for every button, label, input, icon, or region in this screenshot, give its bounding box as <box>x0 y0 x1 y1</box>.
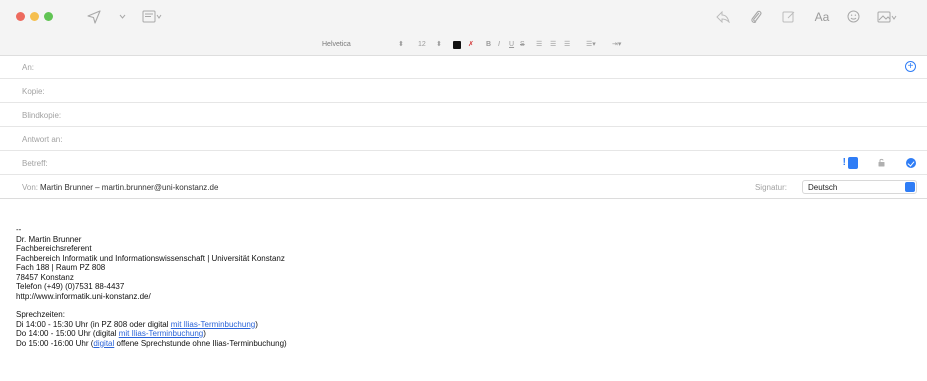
bcc-label: Blindkopie: <box>22 111 62 120</box>
font-size-select[interactable]: 12 <box>418 40 426 50</box>
minimize-window-button[interactable] <box>30 12 39 21</box>
signature-role: Fachbereichsreferent <box>16 244 92 253</box>
signed-check-icon[interactable] <box>906 158 916 168</box>
office-hours-3-link[interactable]: digital <box>93 339 114 348</box>
office-hours-1-text: Di 14:00 - 15:30 Uhr (in PZ 808 oder dig… <box>16 319 171 329</box>
text-color-swatch[interactable] <box>453 41 461 49</box>
cc-label: Kopie: <box>22 87 45 96</box>
header-fields-icon[interactable] <box>141 8 163 25</box>
subject-field-row[interactable]: Betreff: ! <box>0 152 927 175</box>
font-size-stepper-icon[interactable]: ⬍ <box>436 40 442 50</box>
bold-button[interactable]: B <box>486 40 491 50</box>
office-hours-1-end: ) <box>255 319 258 329</box>
bcc-field-row[interactable]: Blindkopie: <box>0 104 927 127</box>
italic-button[interactable]: I <box>498 40 500 50</box>
underline-button[interactable]: U <box>509 40 514 50</box>
subject-label: Betreff: <box>22 159 48 168</box>
strikethrough-button[interactable]: S <box>520 40 525 50</box>
signature-website: http://www.informatik.uni-konstanz.de/ <box>16 291 151 301</box>
send-chevron-down-icon[interactable] <box>118 8 126 25</box>
from-field-row[interactable]: Von: Martin Brunner – martin.brunner@uni… <box>0 176 927 199</box>
office-hours-line-2: Do 14:00 - 15:00 Uhr (digital mit Ilias-… <box>16 329 896 339</box>
priority-label: ! <box>842 157 846 168</box>
from-label: Von: <box>22 183 39 192</box>
fonts-icon[interactable]: Aa <box>811 8 833 25</box>
align-left-icon[interactable]: ☰ <box>536 40 542 50</box>
indent-icon[interactable]: ⇥▾ <box>612 40 621 50</box>
close-window-button[interactable] <box>16 12 25 21</box>
message-body[interactable]: -- Dr. Martin Brunner Fachbereichsrefere… <box>16 225 896 348</box>
reply-to-field-row[interactable]: Antwort an: <box>0 128 927 151</box>
photo-icon[interactable] <box>876 8 898 25</box>
font-family-stepper-icon[interactable]: ⬍ <box>398 40 404 50</box>
from-select[interactable]: Martin Brunner – martin.brunner@uni-kons… <box>40 183 218 192</box>
office-hours-2-link[interactable]: mit Ilias-Terminbuchung <box>119 329 203 338</box>
format-bar: Helvetica ⬍ 12 ⬍ ✗ B I U S ☰ ☰ ☰ ☰▾ ⇥▾ <box>0 34 927 56</box>
send-icon[interactable] <box>86 8 102 25</box>
attachment-icon[interactable] <box>748 8 764 25</box>
office-hours-line-1: Di 14:00 - 15:30 Uhr (in PZ 808 oder dig… <box>16 320 896 330</box>
cc-field-row[interactable]: Kopie: <box>0 80 927 103</box>
signature-stepper-icon[interactable] <box>905 182 915 192</box>
office-hours-2-text: Do 14:00 - 15:00 Uhr (digital <box>16 329 119 338</box>
office-hours-1-link[interactable]: mit Ilias-Terminbuchung <box>171 320 255 329</box>
priority-stepper[interactable] <box>848 157 858 169</box>
to-label: An: <box>22 63 35 72</box>
markup-icon[interactable] <box>781 8 797 25</box>
reply-icon[interactable] <box>715 8 731 25</box>
signature-value: Deutsch <box>808 183 838 192</box>
office-hours-3-text: Do 15:00 -16:00 Uhr ( <box>16 338 94 348</box>
to-field-row[interactable]: An: + <box>0 56 927 79</box>
list-icon[interactable]: ☰▾ <box>586 40 596 50</box>
office-hours-3-end: offene Sprechstunde ohne Ilias-Terminbuc… <box>114 338 287 348</box>
emoji-icon[interactable] <box>845 8 861 25</box>
signature-separator: -- <box>16 225 22 234</box>
highlight-color-icon[interactable]: ✗ <box>468 40 474 50</box>
signature-select[interactable]: Deutsch <box>802 180 917 194</box>
align-center-icon[interactable]: ☰ <box>550 40 556 50</box>
signature-label: Signatur: <box>754 183 787 192</box>
signature-city: 78457 Konstanz <box>16 272 74 282</box>
signature-department: Fachbereich Informatik und Informationsw… <box>16 253 285 263</box>
align-right-icon[interactable]: ☰ <box>564 40 570 50</box>
window-toolbar: Aa <box>0 0 927 34</box>
signature-room: Fach 188 | Raum PZ 808 <box>16 263 106 272</box>
signature-phone: Telefon (+49) (0)7531 88-4437 <box>16 282 125 291</box>
lock-icon[interactable] <box>878 158 885 167</box>
office-hours-line-3: Do 15:00 -16:00 Uhr (digital offene Spre… <box>16 339 896 349</box>
zoom-window-button[interactable] <box>44 12 53 21</box>
reply-to-label: Antwort an: <box>22 135 63 144</box>
font-family-select[interactable]: Helvetica <box>322 40 351 50</box>
add-contact-icon[interactable]: + <box>905 61 916 72</box>
office-hours-2-end: ) <box>203 329 206 338</box>
signature-name: Dr. Martin Brunner <box>16 234 82 244</box>
office-hours-title: Sprechzeiten: <box>16 310 65 319</box>
